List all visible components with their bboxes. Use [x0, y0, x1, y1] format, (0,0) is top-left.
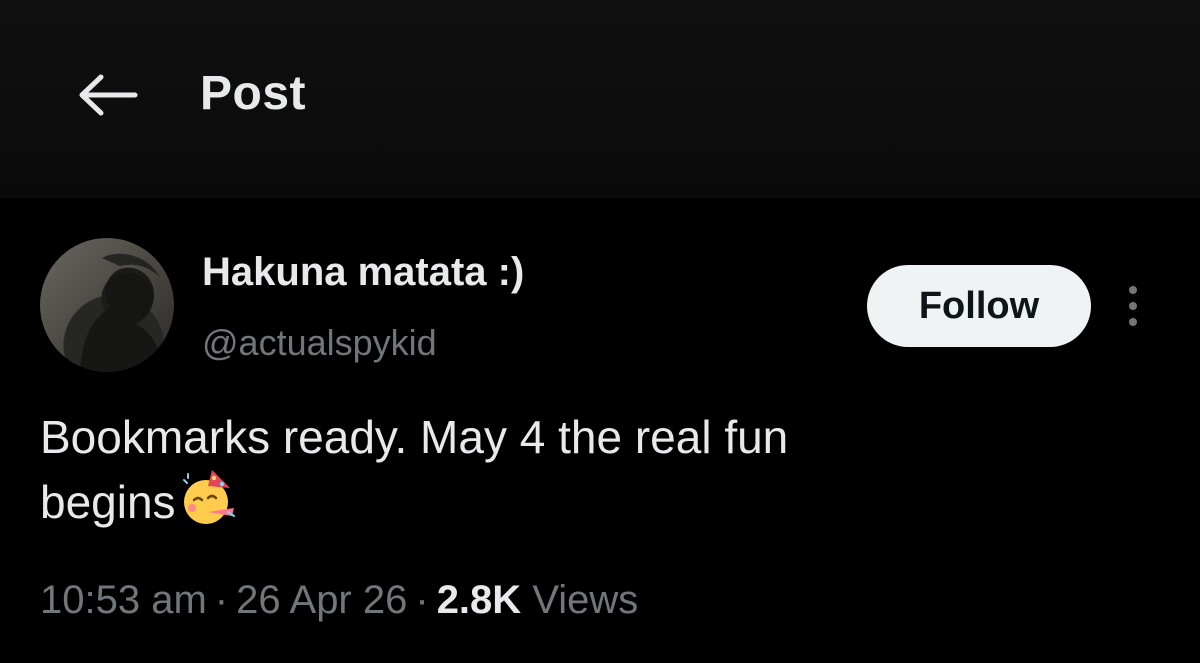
top-bar: Post — [0, 0, 1200, 198]
more-vertical-icon-dot — [1129, 318, 1137, 326]
avatar[interactable] — [40, 238, 174, 372]
page-title: Post — [200, 67, 307, 120]
more-options-button[interactable] — [1116, 282, 1150, 330]
more-vertical-icon-dot — [1129, 302, 1137, 310]
post-page: Post Hakuna matata :) @actualspykid Foll… — [0, 0, 1200, 663]
back-button[interactable] — [70, 62, 146, 128]
meta-separator: · — [415, 578, 429, 622]
post-text-line: Bookmarks ready. May 4 the real fun — [40, 411, 789, 463]
views-label: Views — [532, 578, 639, 622]
post-text-fragment: begins — [40, 476, 176, 528]
partying-face-emoji-icon — [178, 468, 238, 543]
post-meta: 10:53 am · 26 Apr 26 · 2.8K Views — [40, 578, 638, 623]
avatar-photo — [80, 253, 164, 372]
author-display-name[interactable]: Hakuna matata :) — [202, 250, 524, 295]
views-count: 2.8K — [436, 578, 522, 622]
follow-button[interactable]: Follow — [867, 265, 1091, 347]
author-handle[interactable]: @actualspykid — [202, 322, 437, 364]
meta-separator: · — [214, 578, 229, 622]
arrow-left-icon — [79, 74, 138, 116]
more-vertical-icon-dot — [1129, 286, 1137, 294]
post-text: Bookmarks ready. May 4 the real fun begi… — [40, 406, 1100, 543]
post-text-line: begins — [40, 468, 1100, 543]
post-time[interactable]: 10:53 am — [40, 578, 207, 622]
post-date[interactable]: 26 Apr 26 — [236, 578, 407, 622]
